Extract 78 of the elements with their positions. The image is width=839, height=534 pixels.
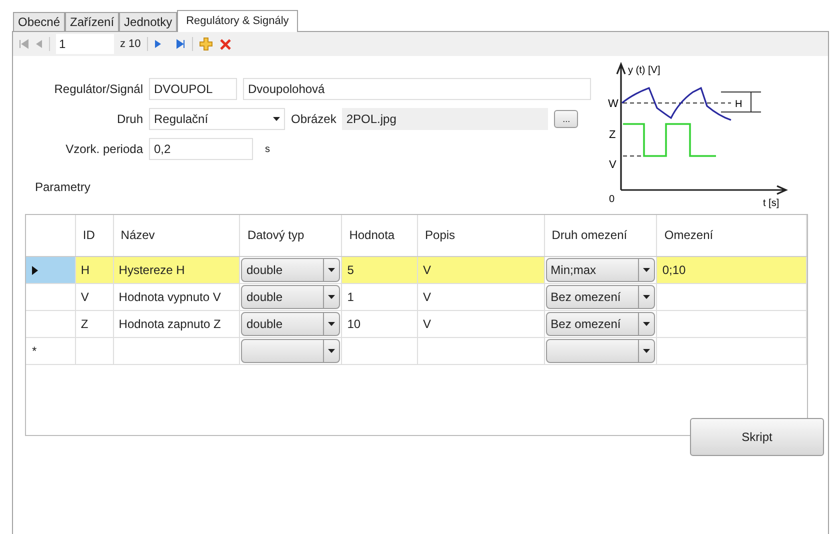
- dropdown[interactable]: [241, 339, 340, 363]
- level-label: H: [735, 99, 742, 110]
- table-cell: H: [76, 257, 114, 284]
- position-field[interactable]: 1: [56, 34, 114, 54]
- axis-label: y (t) [V]: [628, 65, 660, 76]
- table-cell: 5: [342, 257, 418, 284]
- column-header[interactable]: Název: [114, 215, 240, 256]
- tab[interactable]: Obecné: [13, 12, 66, 31]
- dropdown[interactable]: double: [241, 258, 340, 282]
- level-label: W: [608, 98, 618, 110]
- image-field[interactable]: 2POL.jpg: [342, 108, 548, 130]
- code-field[interactable]: DVOUPOL: [149, 78, 237, 100]
- field-label: Regulátor/Signál: [53, 81, 143, 98]
- caret-icon: [328, 295, 336, 299]
- first-page-icon[interactable]: [19, 39, 29, 49]
- column-header[interactable]: ID: [76, 215, 114, 256]
- previous-icon[interactable]: [35, 39, 43, 49]
- row-header[interactable]: *: [26, 338, 76, 365]
- caret-icon: [328, 349, 336, 353]
- dropdown[interactable]: Bez omezení: [546, 312, 656, 336]
- script-button[interactable]: Skript: [690, 418, 824, 456]
- field-label: Obrázek: [291, 111, 336, 128]
- table-cell: 10: [342, 311, 418, 338]
- column-header[interactable]: Omezení: [657, 215, 807, 256]
- table-cell: V: [76, 284, 114, 311]
- add-icon[interactable]: [198, 37, 213, 51]
- new-row-marker: *: [32, 343, 37, 360]
- delete-icon[interactable]: [218, 38, 232, 50]
- field-label: Vzork. perioda: [64, 141, 143, 158]
- column-header[interactable]: Hodnota: [342, 215, 418, 256]
- table-cell: [76, 338, 114, 365]
- caret-icon: [328, 268, 336, 272]
- next-icon[interactable]: [154, 39, 162, 49]
- page-count: z 10: [120, 36, 141, 52]
- current-row-icon: [32, 266, 38, 274]
- table-cell: V: [418, 284, 545, 311]
- caret-icon: [273, 117, 280, 121]
- dropdown[interactable]: Bez omezení: [546, 285, 656, 309]
- period-field[interactable]: 0,2: [149, 138, 253, 160]
- level-label: V: [609, 159, 616, 171]
- table-cell: 0;10: [657, 257, 807, 284]
- axis-label: t [s]: [763, 198, 780, 209]
- type-dropdown[interactable]: Regulační: [149, 108, 285, 130]
- row-header[interactable]: [26, 257, 76, 284]
- tab[interactable]: Zařízení: [65, 12, 120, 31]
- column-header[interactable]: Druh omezení: [544, 215, 658, 256]
- dropdown[interactable]: double: [241, 312, 340, 336]
- caret-icon: [328, 322, 336, 326]
- table-cell: V: [418, 257, 545, 284]
- dropdown[interactable]: Min;max: [546, 258, 656, 282]
- table-cell: Hodnota vypnuto V: [114, 284, 240, 311]
- caret-icon: [643, 349, 650, 353]
- caret-icon: [643, 322, 650, 326]
- caret-icon: [643, 268, 650, 272]
- hysteresis-marker: [720, 92, 762, 112]
- column-header[interactable]: Datový typ: [240, 215, 342, 256]
- name-field[interactable]: Dvoupolohová: [243, 78, 591, 100]
- caret-icon: [643, 295, 650, 299]
- axis-label: 0: [609, 194, 615, 205]
- table-cell: Hodnota zapnuto Z: [114, 311, 240, 338]
- table-cell: Z: [76, 311, 114, 338]
- table-cell: V: [418, 311, 545, 338]
- tab[interactable]: Regulátory & Signály: [177, 10, 298, 32]
- unit-label: s: [265, 142, 270, 156]
- row-header[interactable]: [26, 311, 76, 338]
- browse-button[interactable]: ...: [554, 110, 578, 128]
- dropdown[interactable]: double: [241, 285, 340, 309]
- level-label: Z: [609, 129, 616, 141]
- row-header[interactable]: [26, 284, 76, 311]
- table-cell: Hystereze H: [114, 257, 240, 284]
- last-page-icon[interactable]: [176, 39, 186, 49]
- dropdown-value: Regulační: [154, 111, 208, 128]
- tab[interactable]: Jednotky: [119, 12, 178, 31]
- table-cell: 1: [342, 284, 418, 311]
- field-label: Druh: [116, 111, 143, 128]
- section-label: Parametry: [34, 179, 92, 196]
- dropdown[interactable]: [546, 339, 656, 363]
- column-header[interactable]: Popis: [418, 215, 545, 256]
